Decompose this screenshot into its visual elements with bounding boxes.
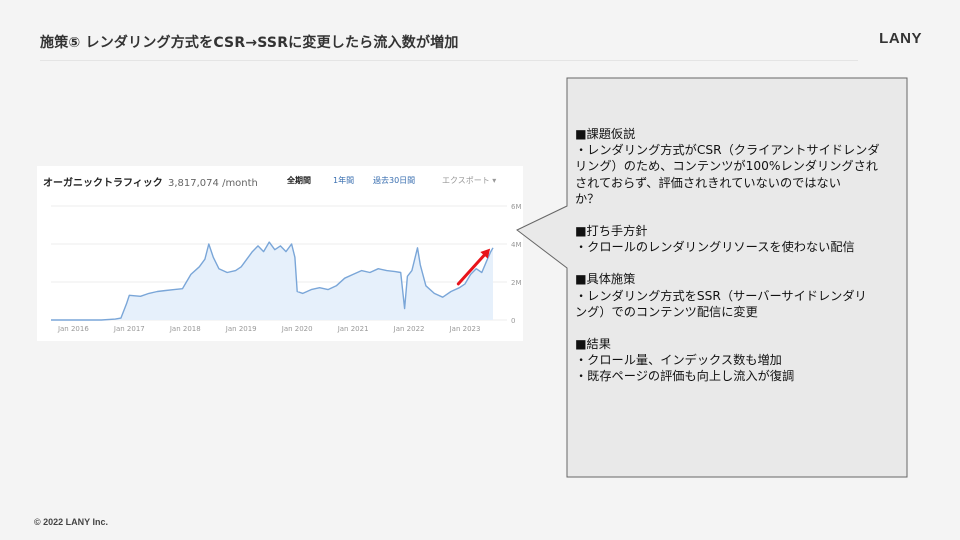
callout-block: ■具体施策 ・レンダリング方式をSSR（サーバーサイドレンダリ ング）でのコンテンツ… (575, 271, 905, 320)
callout-heading: ■具体施策 (575, 272, 636, 287)
callout-block: ■打ち手方針 ・クロールのレンダリングリソースを使わない配信 (575, 223, 905, 255)
callout-block: ■結果 ・クロール量、インデックス数も増加 ・既存ページの評価も向上し流入が復調 (575, 336, 905, 385)
copyright-footer: © 2022 LANY Inc. (34, 517, 108, 527)
callout-line: ・クロールのレンダリングリソースを使わない配信 (575, 240, 855, 255)
callout-line: ・レンダリング方式がCSR（クライアントサイドレンダ (575, 143, 880, 158)
callout-line: されておらず、評価されきれていないのではない (575, 175, 841, 190)
callout-block: ■課題仮説・レンダリング方式がCSR（クライアントサイドレンダ リング）のため、コ… (575, 126, 905, 207)
callout-heading: ■課題仮説 (575, 127, 636, 141)
callout-line: リング）のため、コンテンツが100%レンダリングされ (575, 159, 878, 174)
callout-text: ■課題仮説・レンダリング方式がCSR（クライアントサイドレンダ リング）のため、コ… (575, 126, 905, 401)
callout-line: ・レンダリング方式をSSR（サーバーサイドレンダリ (575, 288, 867, 303)
callout-line: ・クロール量、インデックス数も増加 (575, 353, 782, 368)
callout-line: ・既存ページの評価も向上し流入が復調 (575, 369, 795, 384)
callout-line: か？ (575, 191, 600, 206)
callout-heading: ■打ち手方針 (575, 224, 648, 239)
callout-heading: ■結果 (575, 337, 611, 352)
callout-line: ング）でのコンテンツ配信に変更 (575, 304, 758, 319)
